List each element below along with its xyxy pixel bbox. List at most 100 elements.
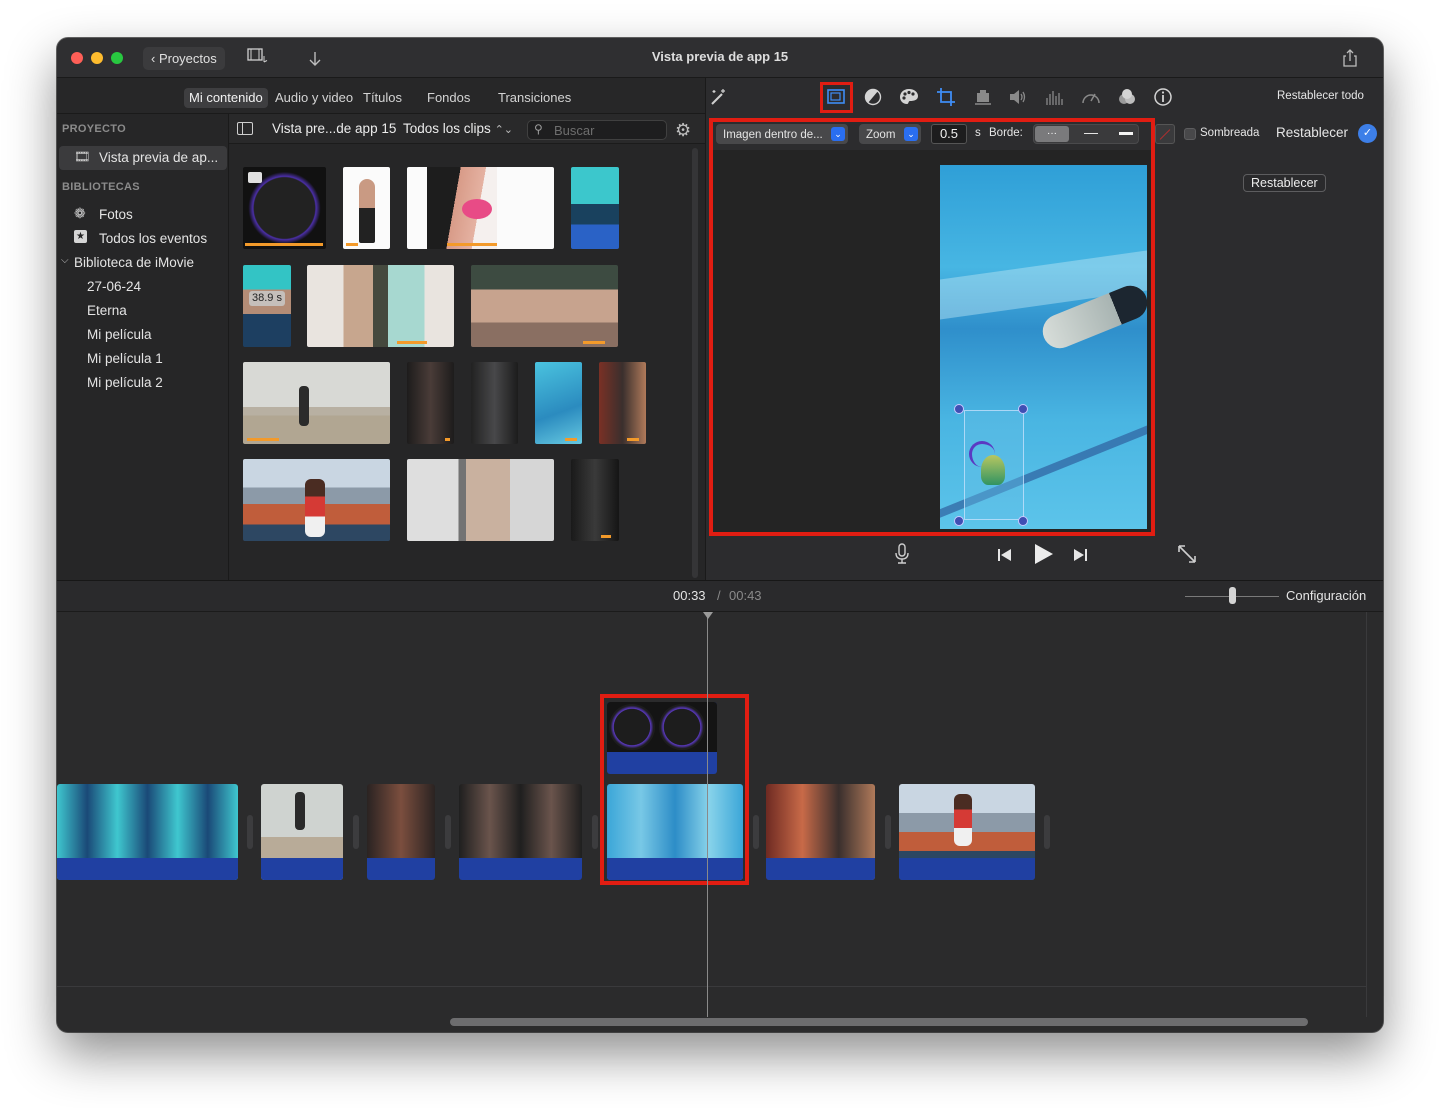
tab-transiciones[interactable]: Transiciones [493,88,576,108]
browser-project-name: Vista pre...de app 15 [272,121,397,136]
search-icon: ⚲ [534,122,543,136]
magic-wand-icon[interactable] [707,86,729,108]
pane-divider [705,78,706,580]
sidebar-item-biblioteca[interactable]: ⌵ Biblioteca de iMovie [57,252,227,274]
title-bar: ‹ Proyectos Vista previa de app 15 [57,38,1383,78]
reset-all-button[interactable]: Restablecer todo [1277,90,1364,102]
sidebar-item-todos-eventos[interactable]: ★ Todos los eventos [57,228,227,250]
shadow-checkbox[interactable] [1184,128,1196,140]
used-range-bar [397,341,427,344]
reset-button[interactable]: Restablecer [1243,174,1326,192]
sidebar-item-mi-pelicula-1[interactable]: Mi película 1 [87,351,163,366]
sidebar-item-project[interactable]: 🎞 Vista previa de ap... [59,146,227,170]
sidebar-item-mi-pelicula[interactable]: Mi película [87,327,152,342]
playhead-marker[interactable] [703,612,713,619]
clip-thumbnail[interactable]: 38.9 s [243,265,291,347]
play-button[interactable] [1032,543,1054,565]
timeline-clip[interactable] [459,784,582,880]
filter-circles-icon[interactable] [1116,86,1138,108]
sidebar-toggle-icon[interactable] [237,122,253,135]
viewer-highlight-box [709,118,1155,536]
clip-thumbnail[interactable] [407,362,454,444]
window-title: Vista previa de app 15 [651,49,789,64]
clip-thumbnail[interactable] [571,459,619,541]
timeline-clip[interactable] [766,784,875,880]
timeline-baseline [57,986,1367,987]
search-input[interactable]: ⚲ Buscar [527,120,667,140]
clip-thumbnail[interactable] [571,167,619,249]
share-icon[interactable] [1341,49,1359,67]
clip-filter-select[interactable]: Todos los clips ⌃⌄ [403,121,513,136]
clip-thumbnail[interactable] [407,167,554,249]
transition-marker[interactable] [592,815,598,849]
timeline-scrollbar[interactable] [450,1018,1308,1026]
skip-forward-icon[interactable] [1072,548,1088,562]
color-balance-icon[interactable] [862,86,884,108]
search-placeholder: Buscar [554,123,595,138]
transition-marker[interactable] [753,815,759,849]
tab-mi-contenido[interactable]: Mi contenido [184,88,268,108]
transition-marker[interactable] [247,815,253,849]
timeline-clip[interactable] [367,784,435,880]
clip-thumbnail[interactable] [407,459,554,541]
tab-fondos[interactable]: Fondos [422,88,475,108]
fullscreen-icon[interactable] [1177,544,1197,564]
microphone-icon[interactable] [894,543,910,565]
equalizer-icon[interactable] [1043,86,1065,108]
reset-label: Restablecer [1276,125,1349,140]
transition-marker[interactable] [885,815,891,849]
star-icon: ★ [74,230,87,243]
sidebar-item-eterna[interactable]: Eterna [87,303,127,318]
time-separator: / [717,588,721,603]
border-color-well[interactable] [1155,124,1175,144]
clip-thumbnail[interactable] [471,265,618,347]
transition-marker[interactable] [1044,815,1050,849]
used-range-bar [601,535,611,538]
speedometer-icon[interactable] [1080,86,1102,108]
used-range-bar [346,243,358,246]
browser-scrollbar[interactable] [692,148,698,578]
sidebar-item-27-06-24[interactable]: 27-06-24 [87,279,141,294]
clip-thumbnail[interactable] [471,362,518,444]
sidebar-item-fotos[interactable]: ❁ Fotos [57,204,227,226]
clip-thumbnail[interactable] [599,362,646,444]
clip-thumbnail[interactable] [307,265,454,347]
sidebar-item-label: Fotos [99,207,133,222]
used-range-bar [245,243,323,246]
checkmark-icon[interactable]: ✓ [1358,124,1377,143]
settings-button[interactable]: Configuración [1286,588,1366,603]
timeline-clip[interactable] [899,784,1035,880]
gear-icon[interactable]: ⚙ [675,120,695,140]
zoom-slider-thumb[interactable] [1229,587,1236,604]
clip-thumbnail[interactable] [243,362,390,444]
updown-chevron-icon: ⌃⌄ [494,124,513,136]
tab-titulos[interactable]: Títulos [358,88,407,108]
transition-marker[interactable] [353,815,359,849]
timeline-clip[interactable] [57,784,238,880]
sidebar-item-label: Todos los eventos [99,231,208,246]
used-range-bar [627,438,639,441]
used-range-bar [445,438,450,441]
clip-thumbnail[interactable] [343,167,390,249]
video-overlay-icon[interactable] [825,86,847,108]
clip-thumbnail[interactable] [243,459,390,541]
clip-thumbnail[interactable] [243,167,326,249]
timeline-right-edge [1366,612,1367,1017]
transition-marker[interactable] [445,815,451,849]
current-time: 00:33 [673,588,706,603]
timeline-area [57,612,1383,1032]
timeline-clip[interactable] [261,784,343,880]
info-icon[interactable] [1152,86,1174,108]
volume-icon[interactable] [1007,86,1029,108]
tab-audio-video[interactable]: Audio y video [270,88,358,108]
stabilization-camera-icon[interactable] [972,86,994,108]
film-icon: 🎞 [74,149,91,164]
timeline-highlight-box [600,694,749,885]
sidebar-item-label: Vista previa de ap... [99,150,219,165]
sidebar-item-mi-pelicula-2[interactable]: Mi película 2 [87,375,163,390]
skip-back-icon[interactable] [997,548,1013,562]
crop-icon[interactable] [935,86,957,108]
color-palette-icon[interactable] [898,86,920,108]
playhead[interactable] [707,612,708,1017]
clip-thumbnail[interactable] [535,362,582,444]
